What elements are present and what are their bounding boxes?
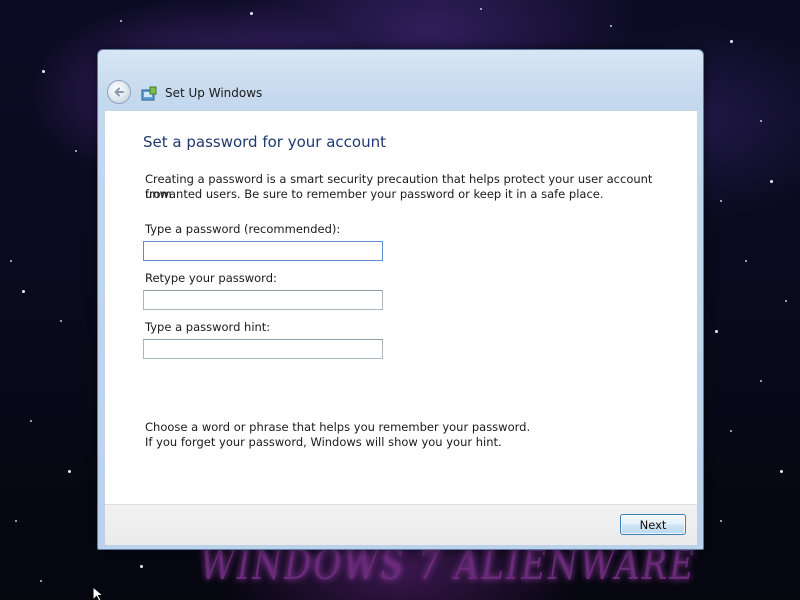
next-button[interactable]: Next xyxy=(620,514,686,535)
page-title: Set a password for your account xyxy=(143,133,386,151)
star xyxy=(715,330,718,333)
setup-window: Set Up Windows Set a password for your a… xyxy=(97,49,704,550)
mouse-cursor-icon xyxy=(92,586,105,600)
window-title: Set Up Windows xyxy=(165,86,263,100)
password-label: Type a password (recommended): xyxy=(145,222,341,236)
star xyxy=(42,70,45,73)
star xyxy=(610,25,612,27)
setup-windows-icon xyxy=(141,86,157,101)
hint-help-text-line: Choose a word or phrase that helps you r… xyxy=(145,420,531,434)
star xyxy=(745,260,747,262)
footer-bar: Next xyxy=(105,504,697,545)
star xyxy=(40,580,42,582)
star xyxy=(785,300,787,302)
intro-text-line: unwanted users. Be sure to remember your… xyxy=(145,187,604,201)
star xyxy=(720,520,722,522)
star xyxy=(730,430,732,432)
title-bar: Set Up Windows xyxy=(98,50,703,108)
star xyxy=(780,470,783,473)
star xyxy=(480,8,482,10)
star xyxy=(760,380,762,382)
star xyxy=(770,180,773,183)
hint-help-text-line: If you forget your password, Windows wil… xyxy=(145,435,502,449)
star xyxy=(250,12,253,15)
star xyxy=(75,150,77,152)
back-button[interactable] xyxy=(107,80,131,104)
star xyxy=(68,470,71,473)
content-panel: Set a password for your account Creating… xyxy=(105,110,697,505)
star xyxy=(730,40,733,43)
retype-password-label: Retype your password: xyxy=(145,271,277,285)
retype-password-field[interactable] xyxy=(143,290,383,310)
password-hint-field[interactable] xyxy=(143,339,383,359)
star xyxy=(60,320,62,322)
password-hint-label: Type a password hint: xyxy=(145,320,271,334)
star xyxy=(22,290,25,293)
star xyxy=(15,520,17,522)
star xyxy=(760,120,762,122)
star xyxy=(30,420,32,422)
star xyxy=(140,565,143,568)
star xyxy=(120,20,122,22)
star xyxy=(720,200,722,202)
star xyxy=(10,260,12,262)
password-field[interactable] xyxy=(143,241,383,261)
back-arrow-icon xyxy=(114,87,124,97)
